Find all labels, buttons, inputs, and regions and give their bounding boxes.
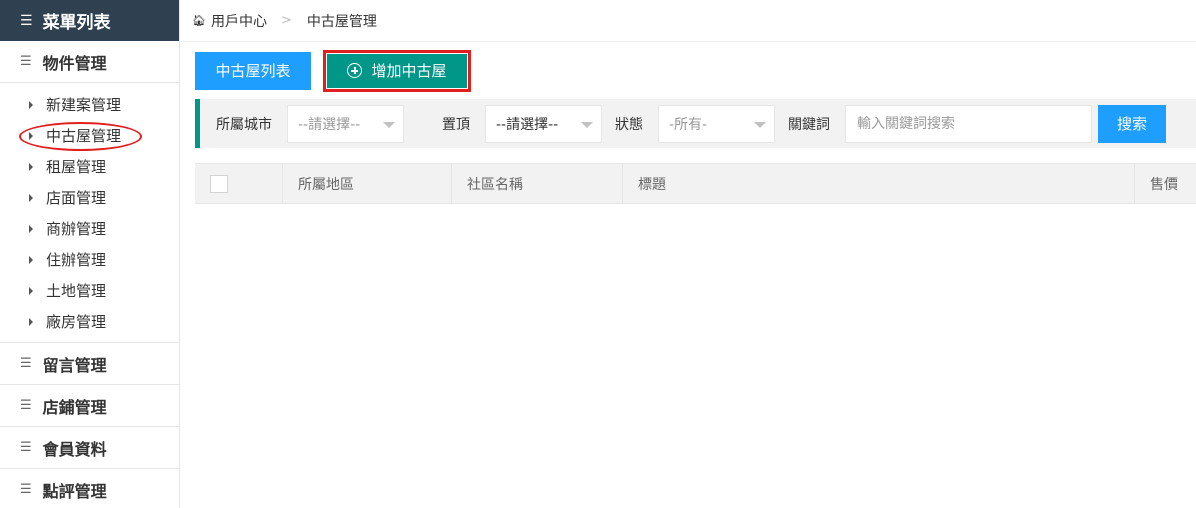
list-icon: ☰ (20, 54, 32, 69)
caret-right-icon (29, 194, 33, 202)
keyword-input[interactable] (845, 104, 1092, 143)
search-button[interactable]: 搜索 (1098, 104, 1166, 143)
city-select[interactable]: --請選擇-- (287, 104, 404, 143)
sidebar-item-office[interactable]: 商辦管理 (0, 213, 179, 244)
sidebar-item-residential-office[interactable]: 住辦管理 (0, 244, 179, 275)
sidebar-item-factory[interactable]: 廠房管理 (0, 306, 179, 337)
top-label: 置頂 (442, 116, 470, 133)
add-button-label: 增加中古屋 (371, 62, 447, 80)
keyword-label: 關鍵詞 (788, 116, 830, 133)
sidebar-item-label: 土地管理 (46, 282, 107, 300)
home-icon: 🏠︎ (192, 14, 206, 27)
top-select-value: --請選擇-- (496, 116, 559, 133)
main-content: 🏠︎ 用戶中心 > 中古屋管理 中古屋列表 增加中古屋 所屬城市 --請選擇--… (180, 0, 1196, 508)
sidebar-group-messages[interactable]: ☰ 留言管理 (0, 343, 179, 385)
status-select-value: -所有- (669, 116, 708, 133)
sidebar-group-label: 店鋪管理 (42, 397, 107, 417)
used-house-list-button[interactable]: 中古屋列表 (195, 51, 311, 90)
sidebar-group-label: 會員資料 (42, 439, 107, 459)
sidebar-group-label: 點評管理 (42, 481, 107, 501)
sidebar-item-rental[interactable]: 租屋管理 (0, 151, 179, 182)
dropdown-arrow-icon (754, 121, 766, 128)
sidebar-group-label: 物件管理 (42, 53, 107, 73)
caret-right-icon (29, 256, 33, 264)
dropdown-arrow-icon (581, 121, 593, 128)
breadcrumb-current: 中古屋管理 (306, 13, 377, 30)
app-root: ☰ 菜單列表 ☰ 物件管理 新建案管理 中古屋管理 租屋管理 店面管理 商辦管理… (0, 0, 1196, 508)
sidebar-group-reviews[interactable]: ☰ 點評管理 (0, 469, 179, 508)
list-icon: ☰ (20, 482, 32, 497)
dropdown-arrow-icon (383, 121, 395, 128)
chevron-right-icon: > (280, 13, 292, 28)
sidebar-item-label: 中古屋管理 (46, 127, 122, 145)
caret-right-icon (29, 132, 33, 140)
sidebar-item-land[interactable]: 土地管理 (0, 275, 179, 306)
sidebar-item-label: 店面管理 (46, 189, 107, 207)
sidebar-item-new-project[interactable]: 新建案管理 (0, 89, 179, 120)
city-select-value: --請選擇-- (298, 116, 361, 133)
top-select[interactable]: --請選擇-- (485, 104, 602, 143)
list-icon: ☰ (20, 356, 32, 371)
caret-right-icon (29, 318, 33, 326)
plus-circle-icon (347, 63, 363, 78)
caret-right-icon (29, 225, 33, 233)
breadcrumb-home[interactable]: 用戶中心 (211, 11, 267, 31)
column-header-price[interactable]: 售價 (1135, 164, 1196, 203)
sidebar-sublist: 新建案管理 中古屋管理 租屋管理 店面管理 商辦管理 住辦管理 土地管理 廠房管… (0, 83, 179, 343)
sidebar-item-storefront[interactable]: 店面管理 (0, 182, 179, 213)
sidebar-group-members[interactable]: ☰ 會員資料 (0, 427, 179, 469)
sidebar-header: ☰ 菜單列表 (0, 0, 179, 41)
list-icon: ☰ (20, 440, 32, 455)
caret-right-icon (29, 101, 33, 109)
sidebar-item-label: 廠房管理 (46, 313, 107, 331)
sidebar-header-title: 菜單列表 (42, 13, 111, 33)
sidebar-item-label: 新建案管理 (46, 96, 122, 114)
highlight-box: 增加中古屋 (323, 49, 471, 92)
column-header-title[interactable]: 標題 (623, 164, 1135, 203)
table-header: 所屬地區 社區名稱 標題 售價 (195, 163, 1196, 204)
sidebar-item-used-house[interactable]: 中古屋管理 (0, 120, 179, 151)
column-header-region[interactable]: 所屬地區 (283, 164, 452, 203)
filter-bar: 所屬城市 --請選擇-- 置頂 --請選擇-- 狀態 -所有- 關鍵詞 搜索 (195, 99, 1196, 148)
status-select[interactable]: -所有- (658, 104, 775, 143)
select-all-cell (195, 164, 283, 203)
action-buttons: 中古屋列表 增加中古屋 (195, 49, 471, 92)
status-label: 狀態 (615, 116, 643, 133)
caret-right-icon (29, 287, 33, 295)
column-header-community[interactable]: 社區名稱 (452, 164, 623, 203)
city-label: 所屬城市 (216, 116, 272, 133)
sidebar: ☰ 菜單列表 ☰ 物件管理 新建案管理 中古屋管理 租屋管理 店面管理 商辦管理… (0, 0, 180, 508)
sidebar-group-shops[interactable]: ☰ 店鋪管理 (0, 385, 179, 427)
sidebar-group-property[interactable]: ☰ 物件管理 (0, 41, 179, 83)
select-all-checkbox[interactable] (210, 174, 228, 193)
list-icon: ☰ (20, 398, 32, 413)
sidebar-item-label: 商辦管理 (46, 220, 107, 238)
sidebar-item-label: 租屋管理 (46, 158, 107, 176)
sidebar-item-label: 住辦管理 (46, 251, 107, 269)
menu-icon: ☰ (20, 12, 33, 29)
breadcrumb: 🏠︎ 用戶中心 > 中古屋管理 (180, 0, 1196, 42)
add-used-house-button[interactable]: 增加中古屋 (327, 53, 467, 88)
caret-right-icon (29, 163, 33, 171)
sidebar-group-label: 留言管理 (42, 355, 107, 375)
